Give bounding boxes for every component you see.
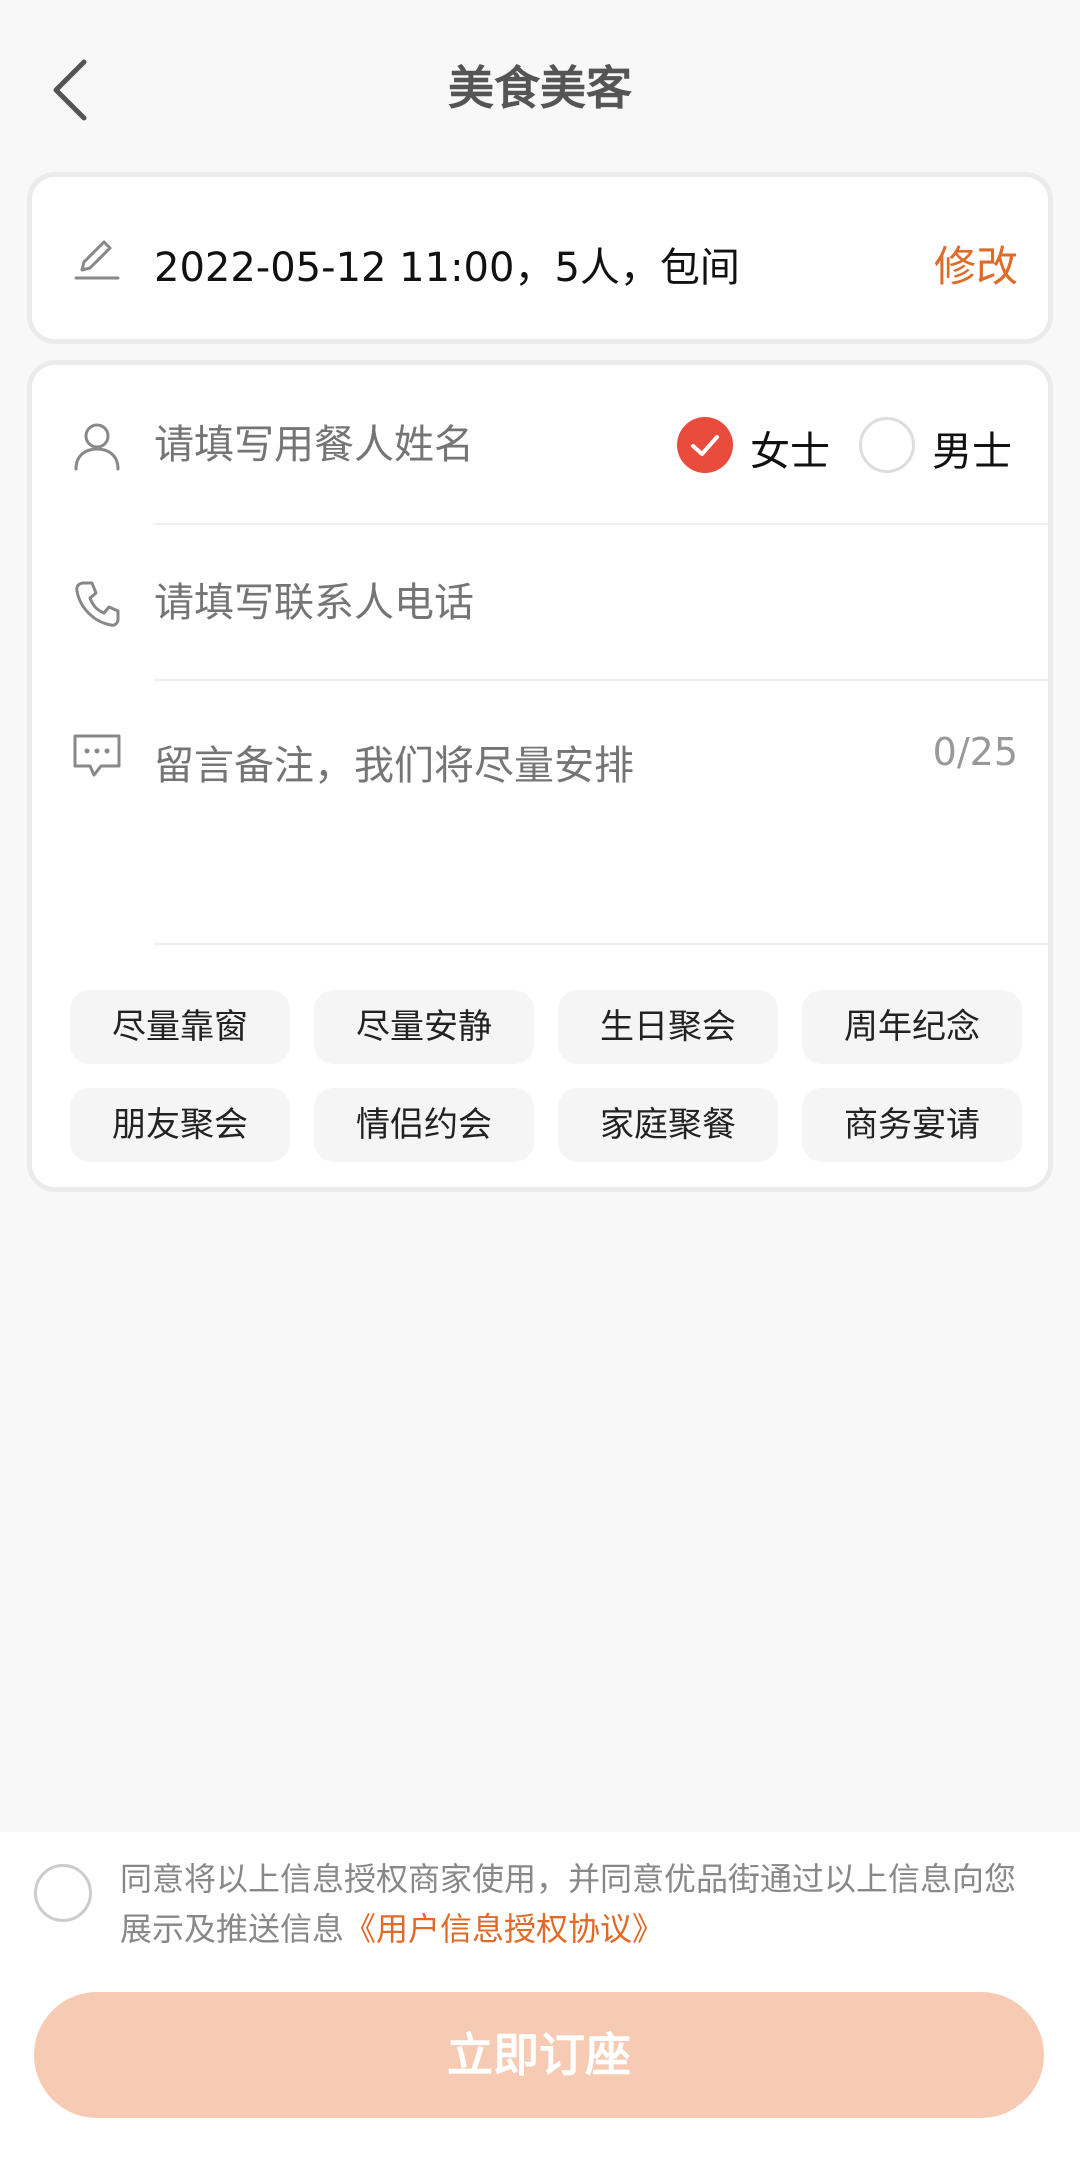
tag-anniversary[interactable]: 周年纪念 — [802, 990, 1022, 1064]
gender-female-radio[interactable] — [677, 417, 733, 473]
remark-textarea[interactable] — [154, 733, 914, 913]
user-icon — [74, 423, 120, 471]
guest-name-input[interactable] — [154, 417, 674, 473]
message-icon — [73, 734, 121, 777]
tag-near-window[interactable]: 尽量靠窗 — [70, 990, 290, 1064]
divider — [154, 679, 1048, 681]
gender-female-label[interactable]: 女士 — [750, 419, 830, 477]
tag-quiet[interactable]: 尽量安静 — [314, 990, 534, 1064]
gender-male-label[interactable]: 男士 — [932, 419, 1012, 477]
agreement-link[interactable]: 《用户信息授权协议》 — [344, 1910, 664, 1948]
submit-booking-button[interactable]: 立即订座 — [34, 1992, 1044, 2118]
remark-counter: 0/25 — [932, 730, 1018, 774]
booking-summary-text: 2022-05-12 11:00，5人，包间 — [154, 245, 740, 291]
gender-male-radio[interactable] — [859, 417, 915, 473]
tag-birthday[interactable]: 生日聚会 — [558, 990, 778, 1064]
checkmark-icon — [691, 435, 719, 456]
agreement-text: 同意将以上信息授权商家使用，并同意优品街通过以上信息向您展示及推送信息《用户信息… — [120, 1854, 1040, 1954]
tag-friends[interactable]: 朋友聚会 — [70, 1088, 290, 1162]
tag-business[interactable]: 商务宴请 — [802, 1088, 1022, 1162]
page-title: 美食美客 — [448, 61, 632, 115]
phone-icon — [75, 581, 120, 627]
booking-summary-card: 2022-05-12 11:00，5人，包间 修改 — [27, 172, 1053, 344]
divider — [154, 943, 1048, 945]
tag-family-meal[interactable]: 家庭聚餐 — [558, 1088, 778, 1162]
contact-phone-input[interactable] — [154, 575, 954, 631]
header: 美食美客 — [0, 0, 1080, 170]
agreement-checkbox[interactable] — [34, 1864, 92, 1922]
edit-pencil-icon — [74, 240, 120, 280]
divider — [154, 523, 1048, 525]
modify-button[interactable]: 修改 — [934, 233, 1018, 294]
footer-bar: 同意将以上信息授权商家使用，并同意优品街通过以上信息向您展示及推送信息《用户信息… — [0, 1832, 1080, 2178]
tag-couple-date[interactable]: 情侣约会 — [314, 1088, 534, 1162]
guest-form-card: 女士 男士 0/25 尽量靠窗 尽量安静 生日聚会 周年纪念 朋友聚会 情侣约会… — [27, 360, 1053, 1192]
